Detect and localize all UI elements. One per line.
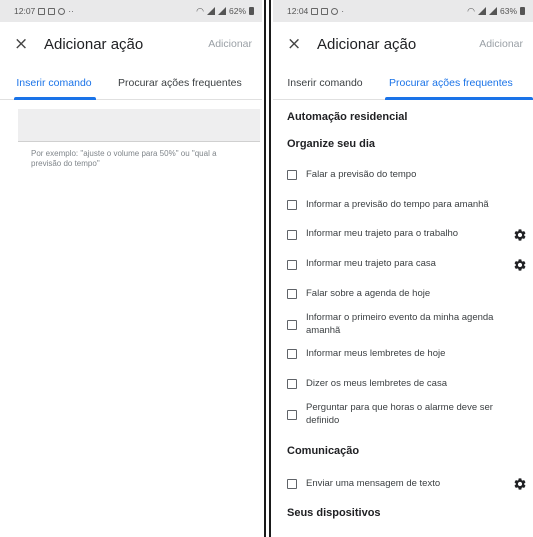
- add-button[interactable]: Adicionar: [208, 38, 252, 50]
- battery-icon: [520, 7, 525, 15]
- action-label: Falar sobre a agenda de hoje: [306, 287, 431, 299]
- checkbox-icon[interactable]: [287, 170, 297, 181]
- tab-bar: Inserir comando Procurar ações frequente…: [0, 66, 262, 100]
- app-bar: × Adicionar ação Adicionar: [0, 22, 262, 66]
- wifi-icon: ◠: [196, 5, 204, 16]
- action-label: Enviar uma mensagem de texto: [306, 477, 441, 489]
- at-notification-icon: [58, 7, 66, 15]
- checkbox-icon[interactable]: [287, 379, 297, 390]
- checkbox-icon[interactable]: [287, 409, 297, 420]
- home-notification-icon: [321, 7, 329, 15]
- action-item[interactable]: Informar meu trajeto para o trabalho: [287, 228, 533, 242]
- organize-list: Falar a previsão do tempo Informar a prev…: [287, 169, 533, 427]
- status-time: 12:04: [287, 6, 309, 16]
- action-label: Perguntar para que horas o alarme deve s…: [306, 401, 493, 426]
- checkbox-icon[interactable]: [287, 349, 297, 360]
- action-item[interactable]: Informar o primeiro evento da minha agen…: [287, 312, 533, 338]
- command-hint: Por exemplo: "ajuste o volume para 50%" …: [31, 149, 217, 168]
- tab-inserir-comando[interactable]: Inserir comando: [0, 66, 108, 100]
- at-notification-icon: [331, 7, 339, 15]
- left-screen: 12:07 ·· ◠ 62% × Adicionar ação Adiciona…: [0, 0, 262, 537]
- signal-icon-2: [488, 7, 497, 15]
- page-title: Adicionar ação: [44, 35, 144, 53]
- action-label: Informar meu trajeto para casa: [306, 258, 436, 270]
- status-bar: 12:07 ·· ◠ 62%: [0, 0, 262, 22]
- action-item[interactable]: Perguntar para que horas o alarme deve s…: [287, 402, 533, 428]
- page-title: Adicionar ação: [317, 35, 417, 53]
- close-icon[interactable]: ×: [14, 34, 34, 54]
- notification-icon: [38, 7, 46, 15]
- gear-icon[interactable]: [513, 228, 527, 242]
- signal-icon: [477, 7, 486, 15]
- checkbox-icon[interactable]: [287, 229, 297, 240]
- tab-bar: Inserir comando Procurar ações frequente…: [273, 66, 533, 100]
- status-bar: 12:04 · ◠ 63%: [273, 0, 533, 22]
- notification-icon: [311, 7, 319, 15]
- more-notifications-icon: ·: [341, 6, 345, 16]
- checkbox-icon[interactable]: [287, 289, 297, 300]
- action-label: Dizer os meus lembretes de casa: [306, 377, 447, 389]
- gear-icon[interactable]: [513, 477, 527, 491]
- home-notification-icon: [48, 7, 56, 15]
- right-screen: 12:04 · ◠ 63% × Adicionar ação Adicionar…: [273, 0, 533, 537]
- battery-icon: [249, 7, 254, 15]
- action-item[interactable]: Informar meu trajeto para casa: [287, 258, 533, 272]
- tab-inserir-comando[interactable]: Inserir comando: [273, 66, 377, 99]
- gear-icon[interactable]: [513, 258, 527, 272]
- wifi-icon: ◠: [467, 5, 475, 16]
- action-item[interactable]: Enviar uma mensagem de texto: [287, 477, 533, 491]
- action-label: Informar o primeiro evento da minha agen…: [306, 312, 494, 337]
- frequent-actions-list: Automação residencial Organize seu dia F…: [273, 111, 533, 519]
- close-icon[interactable]: ×: [287, 34, 307, 54]
- section-automacao-residencial[interactable]: Automação residencial: [287, 111, 533, 123]
- action-item[interactable]: Informar a previsão do tempo para amanhã: [287, 199, 533, 212]
- action-label: Informar a previsão do tempo para amanhã: [306, 198, 489, 210]
- app-bar: × Adicionar ação Adicionar: [273, 22, 533, 66]
- communication-list: Enviar uma mensagem de texto: [287, 477, 533, 491]
- checkbox-icon[interactable]: [287, 320, 297, 331]
- tab-procurar-acoes[interactable]: Procurar ações frequentes: [108, 66, 262, 99]
- checkbox-icon[interactable]: [287, 479, 297, 490]
- tab-procurar-acoes[interactable]: Procurar ações frequentes: [377, 66, 533, 100]
- checkbox-icon[interactable]: [287, 200, 297, 211]
- action-item[interactable]: Dizer os meus lembretes de casa: [287, 378, 533, 391]
- more-notifications-icon: ··: [68, 6, 74, 16]
- action-item[interactable]: Falar sobre a agenda de hoje: [287, 288, 533, 301]
- command-panel: Por exemplo: "ajuste o volume para 50%" …: [0, 100, 262, 530]
- battery-percent: 62%: [228, 6, 246, 16]
- action-item[interactable]: Falar a previsão do tempo: [287, 169, 533, 182]
- status-time: 12:07: [14, 6, 36, 16]
- screenshot-divider: [262, 0, 273, 537]
- action-item[interactable]: Informar meus lembretes de hoje: [287, 348, 533, 361]
- add-button[interactable]: Adicionar: [479, 38, 523, 50]
- battery-percent: 63%: [499, 6, 517, 16]
- section-comunicacao: Comunicação: [287, 445, 360, 458]
- signal-icon: [206, 7, 215, 15]
- command-input[interactable]: [18, 109, 260, 142]
- signal-icon-2: [217, 7, 226, 15]
- checkbox-icon[interactable]: [287, 259, 297, 270]
- action-label: Informar meus lembretes de hoje: [306, 348, 446, 360]
- action-label: Informar meu trajeto para o trabalho: [306, 228, 459, 240]
- section-organize-seu-dia: Organize seu dia: [287, 138, 376, 150]
- section-seus-dispositivos: Seus dispositivos: [287, 507, 381, 520]
- action-label: Falar a previsão do tempo: [306, 169, 417, 180]
